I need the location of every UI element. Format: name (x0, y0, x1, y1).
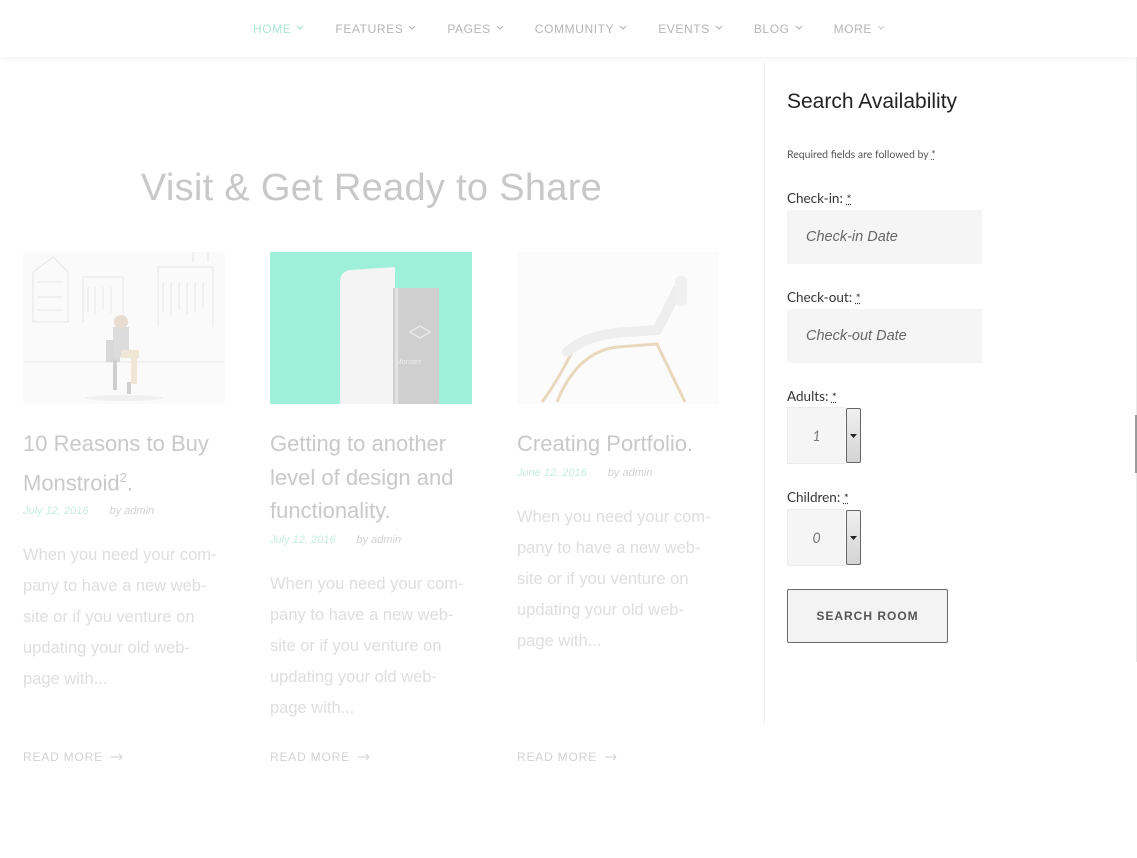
read-more-label: READ MORE (517, 750, 597, 764)
post-meta: June 12, 2016 by admin (517, 467, 719, 479)
adults-label-text: Adults: (787, 388, 829, 404)
sidebar-title: Search Availability (787, 90, 958, 113)
post-date[interactable]: July 12, 2016 (23, 505, 88, 517)
chevron-down-icon (715, 25, 723, 32)
required-star: * (931, 149, 936, 161)
nav-blog-label: BLOG (753, 21, 790, 36)
nav-features-label: FEATURES (335, 21, 404, 36)
nav-blog[interactable]: BLOG (753, 21, 803, 36)
post-title[interactable]: Creating Portfolio. (517, 427, 719, 461)
required-star: * (831, 389, 837, 404)
post-excerpt: When you need your com-pany to have a ne… (270, 574, 464, 717)
nav-community-label: COMMUNITY (534, 21, 615, 36)
nav-community[interactable]: COMMUNITY (534, 21, 627, 36)
search-room-button[interactable]: SEARCH ROOM (787, 589, 948, 643)
adults-value: 1 (787, 407, 845, 464)
post-date[interactable]: July 12, 2016 (270, 534, 335, 546)
post-meta: July 12, 2016 by admin (270, 534, 472, 546)
post-excerpt: When you need your com-pany to have a ne… (517, 507, 711, 650)
post-title-superscript: 2 (119, 469, 127, 485)
children-label: Children: * (787, 489, 849, 505)
post-meta: July 12, 2016 by admin (23, 505, 225, 517)
checkin-label-text: Check-in: (787, 190, 843, 206)
post-image-text: Monster (396, 359, 422, 366)
adults-label: Adults: * (787, 388, 837, 404)
checkin-placeholder: Check-in Date (806, 229, 898, 245)
nav-more-label: MORE (833, 21, 872, 36)
checkin-date-field[interactable]: Check-in Date (787, 210, 982, 264)
required-star: * (855, 290, 861, 305)
arrow-right-icon (354, 750, 370, 764)
nav-home-label: HOME (253, 21, 292, 36)
post-author[interactable]: by admin (110, 505, 155, 517)
arrow-right-icon (601, 750, 617, 764)
post-image[interactable]: Monster (270, 252, 472, 404)
post-excerpt: When you need your com-pany to have a ne… (23, 546, 217, 689)
dropdown-arrow-icon[interactable] (846, 408, 861, 463)
adults-select[interactable]: 1 (787, 407, 862, 464)
read-more-link[interactable]: READ MORE (23, 750, 123, 764)
checkout-label: Check-out: * (787, 289, 861, 305)
top-navigation: HOME FEATURES PAGES COMMUNITY EVENTS BLO… (0, 0, 1137, 57)
section-heading: Visit & Get Ready to Share (140, 167, 603, 209)
nav-home[interactable]: HOME (253, 21, 304, 36)
post-image[interactable] (23, 252, 225, 404)
post-title-text: 10 Reasons to Buy Monstroid (23, 431, 209, 495)
read-more-label: READ MORE (270, 750, 350, 764)
post-author[interactable]: by admin (357, 534, 402, 546)
sidebar-divider (764, 63, 765, 723)
nav-events-label: EVENTS (658, 21, 710, 36)
nav-events[interactable]: EVENTS (658, 21, 723, 36)
required-note-text: Required fields are followed by (787, 149, 929, 161)
chevron-down-icon (496, 25, 504, 32)
post-card: 10 Reasons to Buy Monstroid2. July 12, 2… (23, 252, 225, 695)
chevron-down-icon (296, 25, 304, 32)
nav-pages[interactable]: PAGES (447, 21, 504, 36)
nav-pages-label: PAGES (447, 21, 491, 36)
post-image[interactable] (517, 252, 719, 404)
chevron-down-icon (795, 25, 803, 32)
nav-features[interactable]: FEATURES (335, 21, 416, 36)
post-title[interactable]: 10 Reasons to Buy Monstroid2. (23, 427, 225, 499)
post-card: Creating Portfolio. June 12, 2016 by adm… (517, 252, 719, 657)
chevron-down-icon (877, 25, 885, 32)
post-card: Monster Getting to another level of desi… (270, 252, 472, 724)
required-star: * (843, 490, 849, 505)
read-more-label: READ MORE (23, 750, 103, 764)
post-date[interactable]: June 12, 2016 (517, 467, 587, 479)
checkout-date-field[interactable]: Check-out Date (787, 309, 982, 363)
post-title[interactable]: Getting to another level of design and f… (270, 427, 472, 528)
required-note: Required fields are followed by * (787, 149, 936, 161)
children-select[interactable]: 0 (787, 509, 862, 566)
checkin-label: Check-in: * (787, 190, 851, 206)
children-value: 0 (787, 509, 845, 566)
read-more-link[interactable]: READ MORE (270, 750, 370, 764)
chevron-down-icon (408, 25, 416, 32)
read-more-link[interactable]: READ MORE (517, 750, 617, 764)
nav-more[interactable]: MORE (833, 21, 885, 36)
post-title-suffix: . (126, 469, 133, 495)
post-author[interactable]: by admin (608, 467, 653, 479)
children-label-text: Children: (787, 489, 841, 505)
required-star: * (846, 191, 852, 206)
checkout-placeholder: Check-out Date (806, 328, 907, 344)
arrow-right-icon (107, 750, 123, 764)
checkout-label-text: Check-out: (787, 289, 853, 305)
main-content: Visit & Get Ready to Share 10 Reasons to… (0, 57, 764, 858)
chevron-down-icon (619, 25, 627, 32)
dropdown-arrow-icon[interactable] (846, 510, 861, 565)
